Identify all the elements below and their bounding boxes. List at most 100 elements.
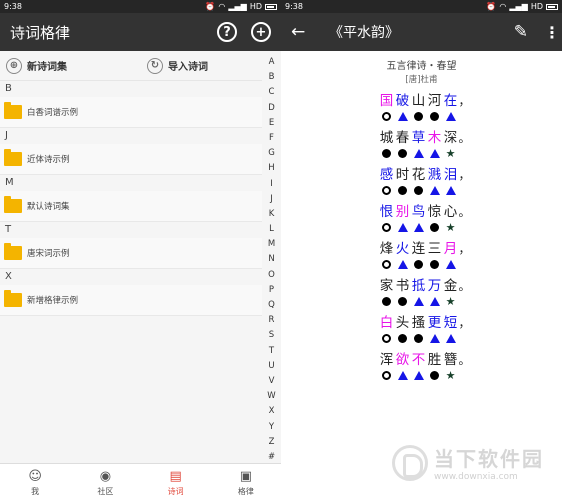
signal-icon: ▂▄▆ (509, 2, 528, 11)
poem-char: 欲 (395, 352, 410, 368)
poem-punct: ， (458, 242, 471, 256)
tone-either-icon (382, 186, 391, 195)
index-letter[interactable]: O (268, 268, 275, 283)
index-letter[interactable]: D (268, 101, 275, 116)
nav-tab-0[interactable]: ☺ 我 (0, 464, 70, 500)
wifi-icon: ◠ (499, 2, 507, 11)
new-collection-button[interactable]: ⊕ 新诗词集 (6, 57, 67, 74)
poem-char: 惊 (427, 204, 442, 220)
index-letter[interactable]: I (270, 177, 273, 192)
poem-char: 搔 (411, 315, 426, 331)
help-icon[interactable]: ? (217, 22, 237, 42)
poem-char: 山 (411, 93, 426, 109)
poem-line: 城春草木深。 (289, 130, 562, 147)
poem-line: 烽火连三月， (289, 241, 562, 258)
poem-char: 头 (395, 315, 410, 331)
rhyme-scheme-title: 《平水韵》 (329, 25, 399, 41)
poem-char: 花 (411, 167, 426, 183)
folder-icon (4, 196, 22, 213)
poem-char: 金 (443, 278, 458, 294)
folder-icon (4, 102, 22, 119)
folder-icon (4, 290, 22, 307)
collection-name: 近体诗示例 (27, 155, 70, 165)
app-bar: ← 《平水韵》 ✎ ⋮ (281, 13, 562, 51)
index-letter[interactable]: P (269, 283, 274, 298)
index-letter[interactable]: H (268, 161, 274, 176)
index-letter[interactable]: V (269, 374, 275, 389)
index-letter[interactable]: Y (269, 420, 274, 435)
add-icon[interactable]: + (251, 22, 271, 42)
index-letter[interactable]: Q (268, 298, 275, 313)
tone-oblique-icon (445, 186, 456, 195)
index-letter[interactable]: A (269, 55, 275, 70)
poem-char: 烽 (379, 241, 394, 257)
tone-oblique-icon (429, 149, 440, 158)
index-letter[interactable]: B (269, 70, 275, 85)
poem-detail-screen: 9:38 ⏰ ◠ ▂▄▆ HD ← 《平水韵》 ✎ ⋮ 五言律诗・春望 [唐]杜… (281, 0, 562, 500)
index-letter[interactable]: R (269, 313, 275, 328)
index-letter[interactable]: J (270, 192, 273, 207)
index-letter[interactable]: F (269, 131, 274, 146)
index-letter[interactable]: K (269, 207, 275, 222)
index-letter[interactable]: T (269, 344, 274, 359)
poem-char: 破 (395, 93, 410, 109)
edit-icon[interactable]: ✎ (514, 22, 528, 42)
nav-tab-2[interactable]: ▤ 诗词 (141, 464, 211, 500)
index-letter[interactable]: W (267, 389, 275, 404)
poem-char: 更 (427, 315, 442, 331)
tone-level-icon (382, 297, 391, 306)
more-menu-icon[interactable]: ⋮ (544, 23, 560, 42)
tone-marks (281, 332, 562, 345)
poem-char: 溅 (427, 167, 442, 183)
status-bar: 9:38 ⏰ ◠ ▂▄▆ HD (0, 0, 281, 13)
poem-char: 心 (443, 204, 458, 220)
tone-either-icon (382, 223, 391, 232)
poem-char: 河 (427, 93, 442, 109)
folder-icon (4, 149, 22, 166)
section-header: J (5, 130, 8, 141)
poem-char: 鸟 (411, 204, 426, 220)
nav-tab-1[interactable]: ◉ 社区 (70, 464, 140, 500)
bottom-navigation: ☺ 我 ◉ 社区 ▤ 诗词 ▣ 格律 (0, 463, 281, 500)
poem-line: 浑欲不胜簪。 (289, 352, 562, 369)
poem-char: 恨 (379, 204, 394, 220)
collection-item[interactable]: 新增格律示例 (0, 285, 262, 316)
nav-label: 格律 (237, 486, 254, 496)
section-header: B (5, 83, 12, 94)
poem-char: 书 (395, 278, 410, 294)
collection-item[interactable]: 唐宋词示例 (0, 238, 262, 269)
tone-oblique-icon (397, 371, 408, 380)
section-header: T (5, 224, 12, 235)
collection-item[interactable]: 近体诗示例 (0, 144, 262, 175)
collection-item[interactable]: 默认诗词集 (0, 191, 262, 222)
nav-tab-3[interactable]: ▣ 格律 (211, 464, 281, 500)
index-letter[interactable]: M (268, 237, 275, 252)
poem-line: 感时花溅泪， (289, 167, 562, 184)
status-bar: 9:38 ⏰ ◠ ▂▄▆ HD (281, 0, 562, 13)
index-letter[interactable]: E (269, 116, 274, 131)
poem-char: 火 (395, 241, 410, 257)
back-arrow-icon[interactable]: ← (291, 22, 317, 42)
poem-char: 簪 (443, 352, 458, 368)
index-letter[interactable]: C (269, 85, 275, 100)
index-letter[interactable]: L (269, 222, 274, 237)
collection-name: 默认诗词集 (27, 202, 70, 212)
index-letter[interactable]: X (269, 404, 275, 419)
status-time: 9:38 (4, 2, 22, 11)
collection-item[interactable]: 白香词谱示例 (0, 97, 262, 128)
tone-oblique-icon (413, 223, 424, 232)
tone-oblique-icon (413, 297, 424, 306)
alphabet-index[interactable]: A B C D E F G H I J K L M N O P Q R S T U V W X Y Z # (262, 55, 281, 465)
index-letter[interactable]: N (268, 252, 274, 267)
index-letter[interactable]: S (269, 328, 274, 343)
index-letter[interactable]: G (268, 146, 275, 161)
import-poetry-button[interactable]: ↻ 导入诗词 (147, 57, 208, 74)
poetry-icon: ▤ (169, 468, 182, 484)
poem-punct: 。 (458, 353, 471, 367)
rhyme-star-icon: ★ (445, 294, 456, 308)
nav-label: 诗词 (167, 486, 184, 496)
watermark-logo-icon (392, 444, 428, 481)
import-icon: ↻ (147, 57, 163, 74)
index-letter[interactable]: U (268, 359, 274, 374)
index-letter[interactable]: Z (269, 435, 275, 450)
